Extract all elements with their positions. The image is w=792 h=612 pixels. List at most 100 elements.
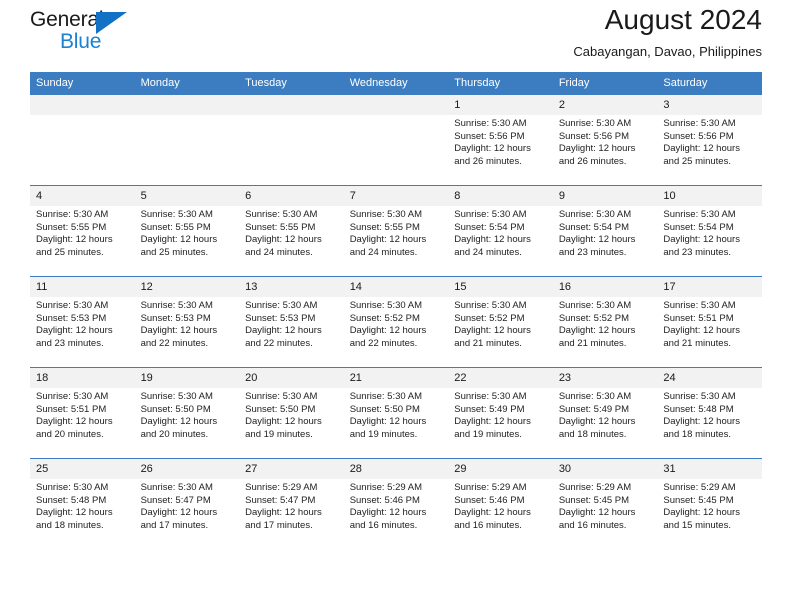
calendar-day-cell[interactable]: 9 Sunrise: 5:30 AM Sunset: 5:54 PM Daylight… bbox=[552, 185, 658, 277]
sunrise-text: Sunrise: 5:29 AM bbox=[454, 482, 527, 493]
day-number: 13 bbox=[239, 277, 344, 297]
day-info bbox=[30, 115, 135, 118]
daylight-text: Daylight: 12 hours bbox=[558, 416, 636, 428]
day-cell-inner: 9 Sunrise: 5:30 AM Sunset: 5:54 PM Daylight… bbox=[552, 186, 658, 276]
page-title: August 2024 bbox=[604, 4, 762, 35]
calendar-day-cell[interactable]: 28 Sunrise: 5:29 AM Sunset: 5:46 PM Dayligh… bbox=[343, 458, 449, 549]
day-info: Sunrise: 5:30 AM Sunset: 5:54 PM Daylight:… bbox=[448, 206, 553, 259]
calendar-day-cell[interactable]: 4 Sunrise: 5:30 AM Sunset: 5:55 PM Daylight… bbox=[30, 185, 135, 277]
calendar-day-cell[interactable]: 19 Sunrise: 5:30 AM Sunset: 5:50 PM Dayligh… bbox=[134, 367, 240, 459]
calendar-day-cell[interactable]: 16 Sunrise: 5:30 AM Sunset: 5:52 PM Dayligh… bbox=[552, 276, 658, 368]
daylight-text-cont: and 18 minutes. bbox=[36, 519, 104, 531]
calendar-day-cell[interactable]: 29 Sunrise: 5:29 AM Sunset: 5:46 PM Dayligh… bbox=[448, 458, 553, 549]
daylight-text: Daylight: 12 hours bbox=[454, 325, 531, 337]
sunrise-text: Sunrise: 5:30 AM bbox=[454, 300, 527, 311]
day-cell-inner: 10 Sunrise: 5:30 AM Sunset: 5:54 PM Dayligh… bbox=[657, 186, 762, 276]
day-number: 3 bbox=[657, 95, 762, 115]
day-cell-inner: 31 Sunrise: 5:29 AM Sunset: 5:45 PM Dayligh… bbox=[657, 459, 762, 549]
daylight-text-cont: and 23 minutes. bbox=[663, 246, 731, 258]
sunrise-text: Sunrise: 5:30 AM bbox=[245, 209, 318, 220]
daylight-text-cont: and 15 minutes. bbox=[663, 519, 731, 531]
daylight-text: Daylight: 12 hours bbox=[140, 416, 218, 428]
calendar-day-cell[interactable]: 21 Sunrise: 5:30 AM Sunset: 5:50 PM Dayligh… bbox=[343, 367, 449, 459]
weekday-header-thursday: Thursday bbox=[448, 72, 553, 95]
calendar-day-cell[interactable]: 17 Sunrise: 5:30 AM Sunset: 5:51 PM Dayligh… bbox=[657, 276, 762, 368]
sunset-text: Sunset: 5:55 PM bbox=[349, 221, 420, 233]
sunset-text: Sunset: 5:52 PM bbox=[454, 312, 525, 324]
calendar-day-cell[interactable]: 22 Sunrise: 5:30 AM Sunset: 5:49 PM Dayligh… bbox=[448, 367, 553, 459]
brand-logo[interactable]: General Blue bbox=[30, 8, 150, 60]
calendar-day-cell[interactable]: 24 Sunrise: 5:30 AM Sunset: 5:48 PM Dayligh… bbox=[657, 367, 762, 459]
calendar-day-cell[interactable]: 6 Sunrise: 5:30 AM Sunset: 5:55 PM Daylight… bbox=[239, 185, 344, 277]
day-number: 18 bbox=[30, 368, 135, 388]
day-number: 4 bbox=[30, 186, 135, 206]
sunrise-text: Sunrise: 5:30 AM bbox=[663, 209, 736, 220]
day-number bbox=[134, 95, 240, 115]
sunset-text: Sunset: 5:52 PM bbox=[558, 312, 630, 324]
day-number: 21 bbox=[343, 368, 449, 388]
day-cell-inner: 15 Sunrise: 5:30 AM Sunset: 5:52 PM Dayligh… bbox=[448, 277, 553, 367]
day-cell-inner: 22 Sunrise: 5:30 AM Sunset: 5:49 PM Dayligh… bbox=[448, 368, 553, 458]
page-header: General Blue August 2024 Cabayangan, Dav… bbox=[30, 0, 762, 72]
sunset-text: Sunset: 5:45 PM bbox=[558, 494, 630, 506]
calendar-day-cell bbox=[239, 95, 344, 186]
daylight-text: Daylight: 12 hours bbox=[558, 325, 636, 337]
calendar-day-cell[interactable]: 8 Sunrise: 5:30 AM Sunset: 5:54 PM Daylight… bbox=[448, 185, 553, 277]
calendar-day-cell[interactable]: 25 Sunrise: 5:30 AM Sunset: 5:48 PM Dayligh… bbox=[30, 458, 135, 549]
sunset-text: Sunset: 5:50 PM bbox=[140, 403, 211, 415]
day-info: Sunrise: 5:30 AM Sunset: 5:50 PM Daylight:… bbox=[344, 388, 449, 441]
day-info: Sunrise: 5:30 AM Sunset: 5:52 PM Daylight:… bbox=[448, 297, 553, 350]
sunset-text: Sunset: 5:52 PM bbox=[349, 312, 420, 324]
daylight-text-cont: and 25 minutes. bbox=[140, 246, 209, 258]
sunrise-text: Sunrise: 5:30 AM bbox=[454, 118, 527, 129]
calendar-day-cell[interactable]: 15 Sunrise: 5:30 AM Sunset: 5:52 PM Dayligh… bbox=[448, 276, 553, 368]
sunset-text: Sunset: 5:46 PM bbox=[349, 494, 420, 506]
daylight-text-cont: and 22 minutes. bbox=[245, 337, 313, 349]
sunrise-text: Sunrise: 5:30 AM bbox=[140, 391, 213, 402]
day-cell-inner: 20 Sunrise: 5:30 AM Sunset: 5:50 PM Dayligh… bbox=[239, 368, 344, 458]
sunset-text: Sunset: 5:53 PM bbox=[36, 312, 107, 324]
day-cell-inner bbox=[134, 95, 240, 185]
day-cell-inner: 21 Sunrise: 5:30 AM Sunset: 5:50 PM Dayligh… bbox=[343, 368, 449, 458]
daylight-text-cont: and 19 minutes. bbox=[349, 428, 418, 440]
calendar-day-cell[interactable]: 30 Sunrise: 5:29 AM Sunset: 5:45 PM Dayligh… bbox=[552, 458, 658, 549]
calendar-day-cell[interactable]: 11 Sunrise: 5:30 AM Sunset: 5:53 PM Dayligh… bbox=[30, 276, 135, 368]
weekday-header-sunday: Sunday bbox=[30, 72, 135, 95]
daylight-text: Daylight: 12 hours bbox=[663, 507, 740, 519]
calendar-day-cell[interactable]: 1 Sunrise: 5:30 AM Sunset: 5:56 PM Daylight… bbox=[448, 95, 553, 186]
daylight-text-cont: and 19 minutes. bbox=[245, 428, 313, 440]
day-info: Sunrise: 5:29 AM Sunset: 5:46 PM Daylight:… bbox=[448, 479, 553, 532]
calendar-day-cell[interactable]: 18 Sunrise: 5:30 AM Sunset: 5:51 PM Dayligh… bbox=[30, 367, 135, 459]
day-info: Sunrise: 5:29 AM Sunset: 5:47 PM Daylight:… bbox=[239, 479, 344, 532]
calendar-day-cell[interactable]: 7 Sunrise: 5:30 AM Sunset: 5:55 PM Daylight… bbox=[343, 185, 449, 277]
day-number: 5 bbox=[134, 186, 240, 206]
calendar-day-cell[interactable]: 31 Sunrise: 5:29 AM Sunset: 5:45 PM Dayligh… bbox=[657, 458, 762, 549]
day-cell-inner: 16 Sunrise: 5:30 AM Sunset: 5:52 PM Dayligh… bbox=[552, 277, 658, 367]
calendar-day-cell[interactable]: 12 Sunrise: 5:30 AM Sunset: 5:53 PM Dayligh… bbox=[134, 276, 240, 368]
daylight-text: Daylight: 12 hours bbox=[245, 234, 322, 246]
daylight-text: Daylight: 12 hours bbox=[140, 325, 218, 337]
day-info: Sunrise: 5:30 AM Sunset: 5:55 PM Daylight:… bbox=[344, 206, 449, 259]
sunrise-text: Sunrise: 5:30 AM bbox=[140, 209, 213, 220]
day-info: Sunrise: 5:30 AM Sunset: 5:47 PM Daylight:… bbox=[135, 479, 240, 532]
calendar-day-cell[interactable]: 27 Sunrise: 5:29 AM Sunset: 5:47 PM Dayligh… bbox=[239, 458, 344, 549]
title-block: August 2024 Cabayangan, Davao, Philippin… bbox=[573, 2, 762, 62]
calendar-day-cell[interactable]: 13 Sunrise: 5:30 AM Sunset: 5:53 PM Dayligh… bbox=[239, 276, 344, 368]
daylight-text-cont: and 20 minutes. bbox=[36, 428, 104, 440]
calendar-day-cell[interactable]: 14 Sunrise: 5:30 AM Sunset: 5:52 PM Dayligh… bbox=[343, 276, 449, 368]
day-number bbox=[343, 95, 449, 115]
daylight-text: Daylight: 12 hours bbox=[245, 325, 322, 337]
calendar-day-cell[interactable]: 20 Sunrise: 5:30 AM Sunset: 5:50 PM Dayligh… bbox=[239, 367, 344, 459]
calendar-day-cell[interactable]: 3 Sunrise: 5:30 AM Sunset: 5:56 PM Daylight… bbox=[657, 95, 762, 186]
calendar-day-cell[interactable]: 26 Sunrise: 5:30 AM Sunset: 5:47 PM Dayligh… bbox=[134, 458, 240, 549]
day-number: 1 bbox=[448, 95, 553, 115]
daylight-text-cont: and 19 minutes. bbox=[454, 428, 522, 440]
calendar-day-cell[interactable]: 23 Sunrise: 5:30 AM Sunset: 5:49 PM Dayligh… bbox=[552, 367, 658, 459]
daylight-text: Daylight: 12 hours bbox=[349, 416, 427, 428]
daylight-text: Daylight: 12 hours bbox=[558, 507, 636, 519]
sunset-text: Sunset: 5:47 PM bbox=[245, 494, 316, 506]
calendar-day-cell[interactable]: 10 Sunrise: 5:30 AM Sunset: 5:54 PM Dayligh… bbox=[657, 185, 762, 277]
day-number: 17 bbox=[657, 277, 762, 297]
calendar-day-cell[interactable]: 5 Sunrise: 5:30 AM Sunset: 5:55 PM Daylight… bbox=[134, 185, 240, 277]
calendar-day-cell[interactable]: 2 Sunrise: 5:30 AM Sunset: 5:56 PM Daylight… bbox=[552, 95, 658, 186]
